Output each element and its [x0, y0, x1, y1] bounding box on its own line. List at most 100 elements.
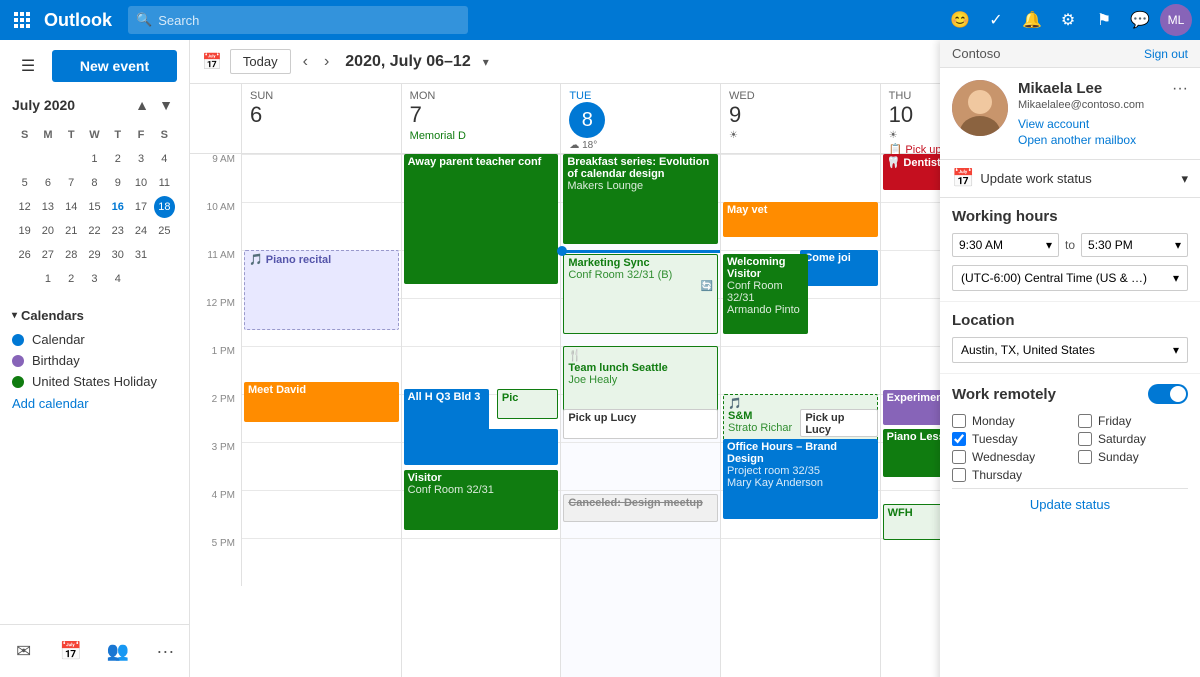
event-canceled-meetup[interactable]: Canceled: Design meetup [563, 494, 718, 522]
day-col-sun[interactable]: Meet David 🎵 Piano recital [242, 154, 402, 677]
start-time-select[interactable]: 9:30 AM ▾ [952, 233, 1059, 257]
calendars-header[interactable]: ▾ Calendars [12, 308, 177, 323]
cal-day[interactable]: 5 [14, 172, 35, 194]
work-remotely-toggle[interactable] [1148, 384, 1188, 404]
cal-day[interactable]: 28 [61, 244, 82, 266]
cal-day[interactable]: 2 [107, 148, 128, 170]
cal-day[interactable]: 4 [154, 148, 175, 170]
cal-day[interactable]: 20 [37, 220, 58, 242]
thursday-checkbox[interactable] [952, 468, 966, 482]
waffle-icon[interactable] [8, 6, 36, 34]
add-calendar-button[interactable]: Add calendar [12, 392, 177, 415]
cal-day[interactable]: 14 [61, 196, 82, 218]
day-check-friday[interactable]: Friday [1078, 414, 1188, 428]
event-pic[interactable]: Pic [497, 389, 558, 419]
feedback-icon[interactable]: 😊 [944, 4, 976, 36]
monday-checkbox[interactable] [952, 414, 966, 428]
cal-day[interactable]: 24 [130, 220, 151, 242]
day-check-saturday[interactable]: Saturday [1078, 432, 1188, 446]
calendar-item-calendar[interactable]: Calendar [12, 329, 177, 350]
event-all-h-q3[interactable]: All H Q3 Bld 3 [404, 389, 489, 459]
calendar-item-birthday[interactable]: Birthday [12, 350, 177, 371]
cal-day[interactable]: 29 [84, 244, 105, 266]
mail-icon[interactable]: ✉ [6, 633, 42, 669]
cal-day[interactable]: 1 [37, 268, 58, 290]
bell-icon[interactable]: 🔔 [1016, 4, 1048, 36]
event-breakfast-series[interactable]: Breakfast series: Evolution of calendar … [563, 154, 718, 244]
cal-day[interactable]: 31 [130, 244, 151, 266]
wednesday-checkbox[interactable] [952, 450, 966, 464]
timezone-select[interactable]: (UTC-6:00) Central Time (US & …) ▾ [952, 265, 1188, 291]
location-select[interactable]: Austin, TX, United States ▾ [952, 337, 1188, 363]
more-options-icon[interactable]: ··· [1172, 80, 1188, 98]
day-col-mon[interactable]: Away parent teacher conf Pic Come joi Vi… [402, 154, 562, 677]
cal-day[interactable]: 11 [154, 172, 175, 194]
cal-day[interactable]: 8 [84, 172, 105, 194]
event-office-hours[interactable]: Office Hours – Brand Design Project room… [723, 439, 878, 519]
cal-day[interactable]: 6 [37, 172, 58, 194]
day-check-wednesday[interactable]: Wednesday [952, 450, 1062, 464]
search-box[interactable]: 🔍 [128, 6, 468, 34]
end-time-select[interactable]: 5:30 PM ▾ [1081, 233, 1188, 257]
saturday-checkbox[interactable] [1078, 432, 1092, 446]
event-marketing-sync[interactable]: Marketing Sync Conf Room 32/31 (B) 🔄 [563, 254, 718, 334]
cal-day[interactable]: 1 [84, 148, 105, 170]
cal-day[interactable]: 10 [130, 172, 151, 194]
calendar-icon[interactable]: 📅 [53, 633, 89, 669]
event-visitor-mon[interactable]: Visitor Conf Room 32/31 [404, 470, 559, 530]
flag-icon[interactable]: ⚑ [1088, 4, 1120, 36]
update-work-status-button[interactable]: Update work status ▾ [980, 171, 1188, 187]
day-check-sunday[interactable]: Sunday [1078, 450, 1188, 464]
event-away-conf[interactable]: Away parent teacher conf [404, 154, 559, 284]
cal-day[interactable]: 17 [130, 196, 151, 218]
today-button[interactable]: Today [230, 49, 291, 74]
mini-cal-prev[interactable]: ▲ [131, 94, 153, 116]
user-avatar[interactable]: ML [1160, 4, 1192, 36]
people-icon[interactable]: 👥 [100, 633, 136, 669]
cal-day[interactable]: 15 [84, 196, 105, 218]
date-range-dropdown[interactable]: ▾ [483, 55, 489, 69]
cal-day[interactable]: 7 [61, 172, 82, 194]
mini-cal-next[interactable]: ▼ [155, 94, 177, 116]
calendar-item-us-holiday[interactable]: United States Holiday [12, 371, 177, 392]
cal-day[interactable]: 3 [130, 148, 151, 170]
search-input[interactable] [158, 13, 460, 28]
cal-day[interactable] [14, 268, 35, 290]
cal-day[interactable]: 25 [154, 220, 175, 242]
day-col-wed[interactable]: May vet Come joi Welcoming Visitor Conf … [721, 154, 881, 677]
event-welcoming-visitor[interactable]: Welcoming Visitor Conf Room 32/31 Armand… [723, 254, 808, 334]
cal-day[interactable] [14, 148, 35, 170]
cal-day[interactable]: 27 [37, 244, 58, 266]
cal-day[interactable]: 23 [107, 220, 128, 242]
cal-day[interactable]: 3 [84, 268, 105, 290]
cal-day[interactable]: 30 [107, 244, 128, 266]
cal-day[interactable] [154, 268, 175, 290]
cal-day[interactable]: 13 [37, 196, 58, 218]
next-week-button[interactable]: › [320, 49, 333, 75]
cal-day[interactable] [61, 148, 82, 170]
day-col-tue[interactable]: Breakfast series: Evolution of calendar … [561, 154, 721, 677]
cal-day[interactable] [37, 148, 58, 170]
cal-day[interactable]: 12 [14, 196, 35, 218]
cal-day[interactable]: 22 [84, 220, 105, 242]
day-check-monday[interactable]: Monday [952, 414, 1062, 428]
cal-day[interactable]: 19 [14, 220, 35, 242]
settings-icon[interactable]: ⚙ [1052, 4, 1084, 36]
more-icon[interactable]: ··· [147, 633, 183, 669]
cal-day[interactable] [130, 268, 151, 290]
cal-day[interactable]: 21 [61, 220, 82, 242]
day-check-tuesday[interactable]: Tuesday [952, 432, 1062, 446]
day-header-memorial[interactable]: Memorial D [410, 130, 553, 142]
cal-day[interactable]: 16 [107, 196, 128, 218]
tuesday-checkbox[interactable] [952, 432, 966, 446]
event-team-lunch[interactable]: 🍴 Team lunch Seattle Joe Healy [563, 346, 718, 416]
sign-out-button[interactable]: Sign out [1144, 47, 1188, 61]
update-status-button[interactable]: Update status [952, 488, 1188, 520]
event-pickup-lucy-tue[interactable]: Pick up Lucy [563, 409, 718, 439]
hamburger-icon[interactable]: ☰ [12, 50, 44, 82]
cal-day-today[interactable]: 18 [154, 196, 175, 218]
sunday-checkbox[interactable] [1078, 450, 1092, 464]
cal-day[interactable]: 26 [14, 244, 35, 266]
event-meet-david[interactable]: Meet David [244, 382, 399, 422]
cal-day[interactable]: 4 [107, 268, 128, 290]
